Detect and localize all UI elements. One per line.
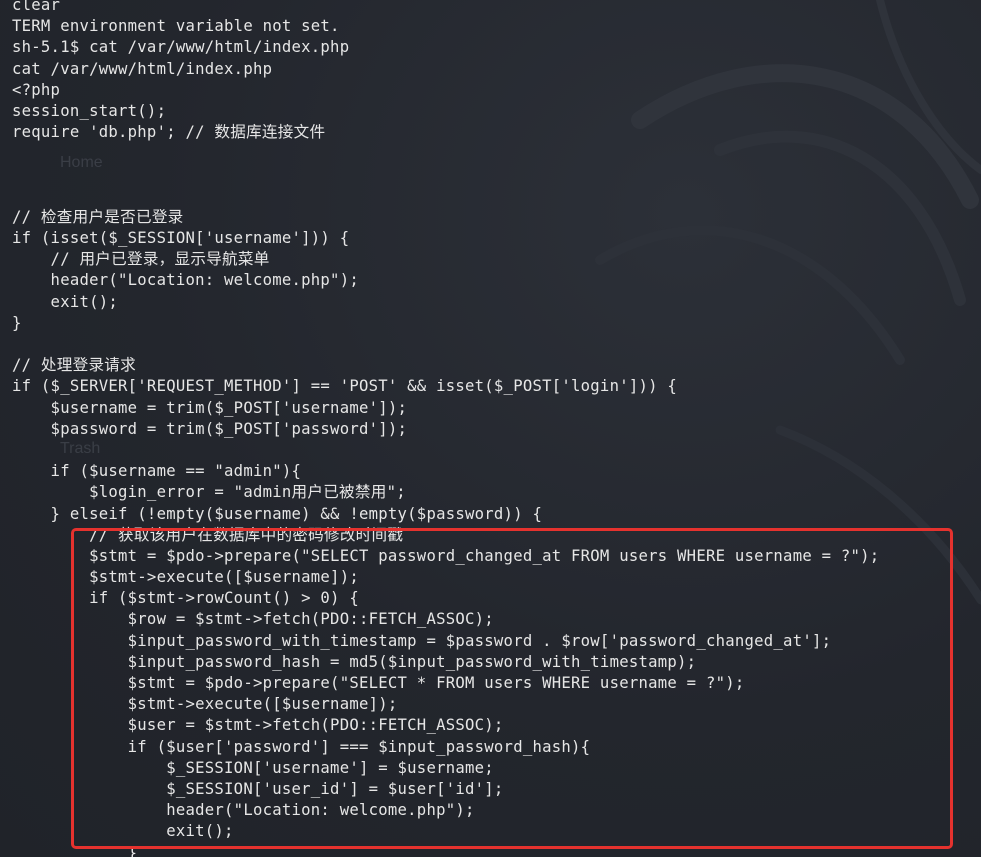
terminal-line: sh-5.1$ cat /var/www/html/index.php	[12, 38, 350, 57]
terminal-line: // 获取该用户在数据库中的密码修改时间戳	[12, 525, 404, 544]
terminal-line: // 检查用户是否已登录	[12, 207, 184, 226]
terminal-output[interactable]: clear TERM environment variable not set. s…	[12, 0, 879, 857]
terminal-line: $_SESSION['username'] = $username;	[12, 758, 494, 777]
terminal-line: exit();	[12, 822, 234, 841]
terminal-line: $user = $stmt->fetch(PDO::FETCH_ASSOC);	[12, 716, 504, 735]
terminal-line: } elseif (!empty($username) && !empty($p…	[12, 504, 543, 523]
terminal-line: header("Location: welcome.php");	[12, 801, 475, 820]
terminal-line: $row = $stmt->fetch(PDO::FETCH_ASSOC);	[12, 610, 494, 629]
terminal-line: $stmt->execute([$username]);	[12, 568, 359, 587]
terminal-line: $input_password_with_timestamp = $passwo…	[12, 631, 832, 650]
terminal-line: session_start();	[12, 101, 167, 120]
terminal-line: require 'db.php'; // 数据库连接文件	[12, 123, 326, 142]
terminal-line: }	[12, 313, 22, 332]
terminal-line: $stmt->execute([$username]);	[12, 695, 398, 714]
terminal-line: $login_error = "admin用户已被禁用";	[12, 483, 406, 502]
terminal-line: $stmt = $pdo->prepare("SELECT * FROM use…	[12, 674, 745, 692]
terminal-line: if ($username == "admin"){	[12, 462, 302, 481]
terminal-line: if ($user['password'] === $input_passwor…	[12, 737, 591, 756]
terminal-line: $stmt = $pdo->prepare("SELECT password_c…	[12, 546, 880, 565]
terminal-line: }	[12, 843, 138, 857]
terminal-line: exit();	[12, 292, 119, 311]
terminal-line: if ($stmt->rowCount() > 0) {	[12, 589, 359, 608]
terminal-line: if (isset($_SESSION['username'])) {	[12, 229, 350, 248]
terminal-line: cat /var/www/html/index.php	[12, 59, 273, 78]
terminal-line: TERM environment variable not set.	[12, 17, 340, 36]
terminal-line: $_SESSION['user_id'] = $user['id'];	[12, 779, 504, 798]
terminal-line: // 用户已登录，显示导航菜单	[12, 250, 270, 269]
terminal-line: <?php	[12, 80, 61, 99]
terminal-line: $input_password_hash = md5($input_passwo…	[12, 652, 697, 671]
terminal-line: $password = trim($_POST['password']);	[12, 419, 408, 438]
terminal-line: if ($_SERVER['REQUEST_METHOD'] == 'POST'…	[12, 377, 678, 396]
terminal-line: // 处理登录请求	[12, 356, 136, 375]
terminal-line: $username = trim($_POST['username']);	[12, 398, 408, 417]
terminal-line: header("Location: welcome.php");	[12, 271, 359, 290]
terminal-window[interactable]: Home Trash clear TERM environment variabl…	[0, 0, 981, 857]
terminal-line: clear	[12, 0, 61, 14]
